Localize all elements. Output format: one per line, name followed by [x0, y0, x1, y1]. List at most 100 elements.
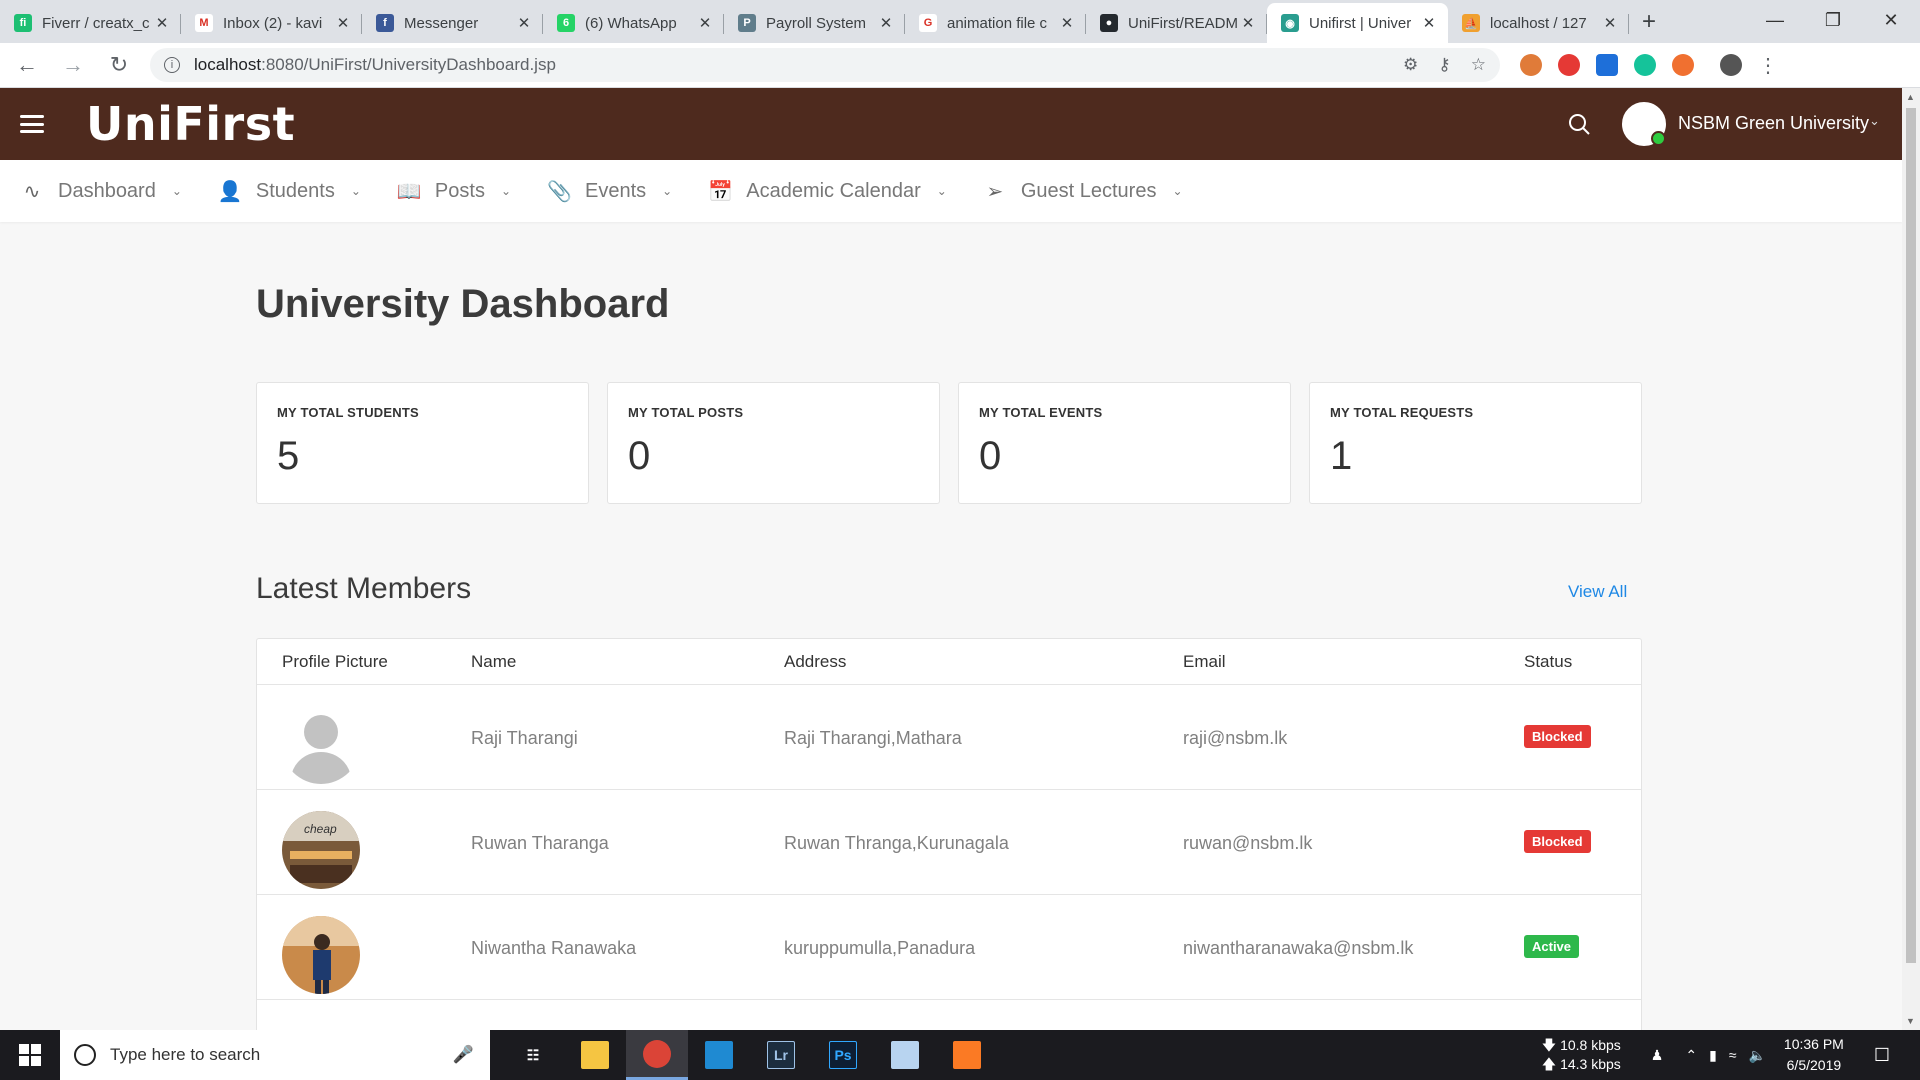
clock[interactable]: 10:36 PM 6/5/2019 — [1784, 1034, 1844, 1076]
close-tab-icon[interactable]: ✕ — [334, 14, 352, 32]
member-name: Raji Tharangi — [471, 728, 578, 748]
file-explorer-icon[interactable] — [564, 1030, 626, 1080]
close-tab-icon[interactable]: ✕ — [1239, 14, 1257, 32]
windows-start-icon[interactable] — [0, 1030, 60, 1080]
reload-icon[interactable]: ↻ — [100, 52, 138, 78]
network-speed: 🡇 10.8 kbps 🡅 14.3 kbps — [1541, 1037, 1621, 1072]
nav-item-posts[interactable]: 📖 Posts ⌄ — [397, 179, 511, 204]
net-down: 10.8 kbps — [1560, 1037, 1621, 1053]
avatar: cheap — [282, 811, 360, 889]
nav-label: Academic Calendar — [746, 179, 921, 202]
address-bar[interactable]: i localhost:8080/UniFirst/UniversityDash… — [150, 48, 1500, 82]
vscode-icon[interactable] — [688, 1030, 750, 1080]
extension-icon[interactable] — [1520, 54, 1542, 76]
browser-tab[interactable]: M Inbox (2) - kavi ✕ — [181, 3, 362, 43]
microphone-icon[interactable]: 🎤 — [453, 1045, 474, 1065]
virtualbox-icon[interactable] — [874, 1030, 936, 1080]
favicon-icon: M — [195, 14, 213, 32]
nav-item-students[interactable]: 👤 Students ⌄ — [218, 179, 361, 204]
favicon-icon: fi — [14, 14, 32, 32]
cortana-icon — [74, 1044, 96, 1066]
bookmark-star-icon[interactable]: ☆ — [1471, 55, 1486, 75]
logo[interactable]: UniFirst — [86, 97, 295, 151]
nav-label: Events — [585, 179, 647, 202]
status-badge[interactable]: Blocked — [1524, 830, 1591, 853]
close-tab-icon[interactable]: ✕ — [1420, 14, 1438, 32]
browser-tab[interactable]: fi Fiverr / creatx_c ✕ — [0, 3, 181, 43]
close-tab-icon[interactable]: ✕ — [153, 14, 171, 32]
people-icon[interactable]: ♟ — [1651, 1047, 1664, 1064]
extension-icon[interactable] — [1672, 54, 1694, 76]
forward-icon[interactable]: → — [54, 52, 92, 78]
profile-avatar-icon[interactable] — [1720, 54, 1742, 76]
close-tab-icon[interactable]: ✕ — [1058, 14, 1076, 32]
photoshop-icon[interactable]: Ps — [812, 1030, 874, 1080]
browser-tab[interactable]: ⛵ localhost / 127 ✕ — [1448, 3, 1629, 43]
close-window-icon[interactable]: ✕ — [1862, 0, 1920, 40]
favicon-icon: ⛵ — [1462, 14, 1480, 32]
restore-icon[interactable]: ❐ — [1804, 0, 1862, 40]
chevron-down-icon[interactable]: ⌄ — [1869, 113, 1880, 129]
minimize-icon[interactable]: — — [1746, 0, 1804, 40]
stat-card-requests: MY TOTAL REQUESTS 1 — [1309, 382, 1642, 504]
xampp-icon[interactable] — [936, 1030, 998, 1080]
stat-value: 5 — [277, 434, 300, 478]
stat-card-events: MY TOTAL EVENTS 0 — [958, 382, 1291, 504]
close-tab-icon[interactable]: ✕ — [515, 14, 533, 32]
avatar[interactable] — [1622, 102, 1666, 146]
key-icon[interactable]: ⚷ — [1438, 55, 1450, 75]
search-icon[interactable] — [1567, 112, 1591, 136]
browser-tab[interactable]: Ganimation file c ✕ — [905, 3, 1086, 43]
volume-icon[interactable]: 🔈 — [1748, 1047, 1765, 1064]
stat-value: 1 — [1330, 434, 1353, 478]
browser-tab[interactable]: ◉ Unifirst | Univer ✕ — [1267, 3, 1448, 43]
browser-menu-icon[interactable]: ⋮ — [1758, 53, 1778, 78]
grammarly-icon[interactable] — [1634, 54, 1656, 76]
stat-card-students: MY TOTAL STUDENTS 5 — [256, 382, 589, 504]
wifi-icon[interactable]: ≈ — [1729, 1047, 1737, 1063]
browser-tab[interactable]: P Payroll System ✕ — [724, 3, 905, 43]
chevron-down-icon: ⌄ — [936, 184, 947, 198]
info-icon[interactable]: i — [164, 57, 180, 73]
favicon-icon: ◉ — [1281, 14, 1299, 32]
status-badge[interactable]: Blocked — [1524, 725, 1591, 748]
close-tab-icon[interactable]: ✕ — [877, 14, 895, 32]
status-badge[interactable]: Active — [1524, 935, 1580, 958]
chevron-up-icon[interactable]: ⌃ — [1685, 1047, 1697, 1064]
user-name[interactable]: NSBM Green University — [1678, 113, 1869, 134]
hamburger-menu-icon[interactable] — [20, 115, 44, 133]
nav-list: ∿ Dashboard ⌄ 👤 Students ⌄ 📖 Posts ⌄ 📎 Events ⌄ 📅 Aca… — [20, 179, 1219, 204]
send-icon: ➢ — [986, 180, 1004, 203]
scroll-up-icon[interactable]: ▲ — [1906, 92, 1915, 102]
tab-title: UniFirst/READM — [1128, 14, 1239, 32]
browser-tab[interactable]: ● UniFirst/READM ✕ — [1086, 3, 1267, 43]
task-view-icon[interactable]: ☷ — [502, 1030, 564, 1080]
nav-item-academic-calendar[interactable]: 📅 Academic Calendar ⌄ — [708, 179, 947, 204]
favicon-icon: G — [919, 14, 937, 32]
favicon-icon: 6 — [557, 14, 575, 32]
nav-item-dashboard[interactable]: ∿ Dashboard ⌄ — [20, 179, 182, 204]
scroll-down-icon[interactable]: ▼ — [1906, 1016, 1915, 1026]
member-name: Ruwan Tharanga — [471, 833, 609, 853]
section-title: Latest Members — [256, 572, 472, 605]
page-scrollbar[interactable]: ▲ ▼ — [1902, 88, 1920, 1030]
new-tab-button[interactable]: + — [1629, 3, 1669, 43]
browser-tab[interactable]: f Messenger ✕ — [362, 3, 543, 43]
scrollbar-thumb[interactable] — [1906, 108, 1916, 963]
close-tab-icon[interactable]: ✕ — [1601, 14, 1619, 32]
lightroom-icon[interactable]: Lr — [750, 1030, 812, 1080]
browser-tab[interactable]: 6 (6) WhatsApp ✕ — [543, 3, 724, 43]
taskbar-search[interactable]: Type here to search 🎤 — [60, 1030, 490, 1080]
chrome-icon[interactable] — [626, 1030, 688, 1080]
close-tab-icon[interactable]: ✕ — [696, 14, 714, 32]
chevron-down-icon: ⌄ — [1172, 184, 1183, 198]
notifications-icon[interactable]: ☐ — [1874, 1045, 1890, 1066]
battery-icon[interactable]: ▮ — [1709, 1047, 1717, 1064]
back-icon[interactable]: ← — [8, 52, 46, 78]
view-all-link[interactable]: View All — [1568, 582, 1627, 602]
nav-item-events[interactable]: 📎 Events ⌄ — [547, 179, 672, 204]
nav-item-guest-lectures[interactable]: ➢ Guest Lectures ⌄ — [983, 179, 1183, 204]
translate-icon[interactable]: ⚙ — [1403, 55, 1418, 75]
adblock-icon[interactable] — [1558, 54, 1580, 76]
extension-icon[interactable] — [1596, 54, 1618, 76]
